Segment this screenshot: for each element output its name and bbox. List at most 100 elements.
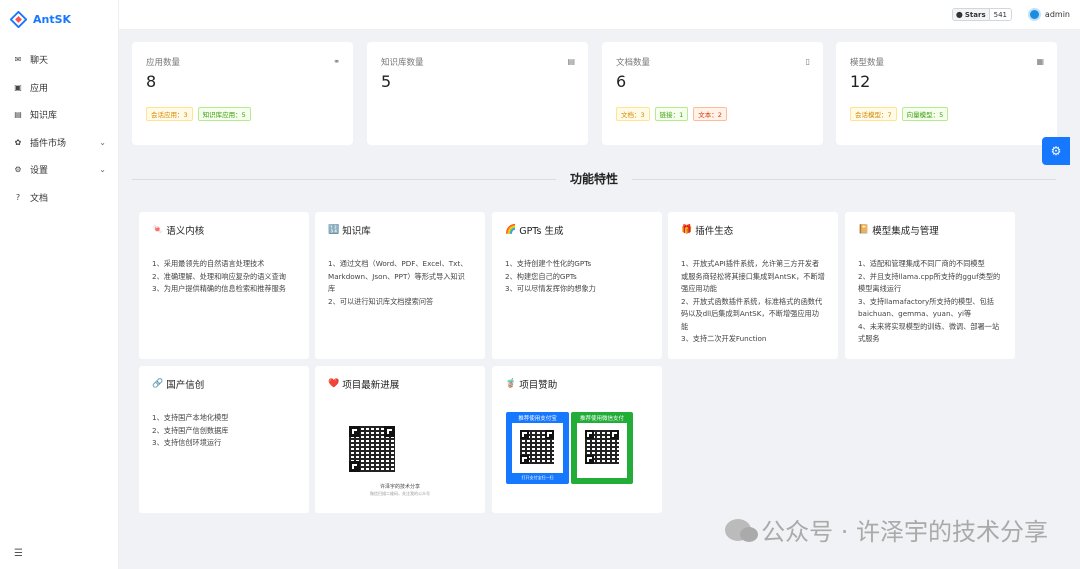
- notebook-icon: 📔: [858, 225, 870, 235]
- sidebar-item-label: 应用: [30, 83, 49, 94]
- avatar: [1027, 8, 1041, 21]
- feature-card-gpts: 🌈 GPTs 生成 1、支持创建个性化的GPTs 2、构建您自己的GPTs 3、可…: [492, 212, 662, 359]
- qr-subcaption: 微信扫描二维码，关注我的公众号: [370, 491, 430, 496]
- numbers-icon: 🔢: [328, 225, 340, 235]
- sidebar: AntSK ✉ 聊天 ▣ 应用 ▤ 知识库 ✿ 插件市场 ⌄ ⚙ 设置 ⌄ ? …: [0, 0, 119, 569]
- stat-value: 8: [146, 72, 157, 91]
- stat-card-models: 模型数量 ▦ 12 会话模型：7 向量模型：5: [836, 42, 1057, 145]
- stat-tag: 链接：1: [654, 107, 689, 121]
- wechat-pay-title: 推荐使用微信支付: [579, 416, 624, 422]
- stat-tag: 会话应用：3: [146, 107, 193, 121]
- gear-icon: ⚙: [1050, 144, 1062, 158]
- sidebar-item-chat[interactable]: ✉ 聊天: [0, 46, 118, 74]
- sidebar-item-plugins[interactable]: ✿ 插件市场 ⌄: [0, 129, 118, 157]
- wechat-icon: [725, 518, 759, 542]
- feature-title: 插件生态: [695, 226, 734, 237]
- stat-title: 知识库数量: [381, 58, 424, 68]
- feature-description: 1、采用最领先的自然语言处理技术 2、准确理解、处理和响应复杂的语义查询 3、为…: [152, 259, 286, 293]
- feature-title: 国产信创: [166, 380, 205, 391]
- stat-card-knowledge: 知识库数量 ▤ 5: [367, 42, 588, 145]
- sidebar-item-settings[interactable]: ⚙ 设置 ⌄: [0, 156, 118, 184]
- feature-title: 项目赞助: [519, 380, 558, 391]
- bubble-tea-icon: 🧋: [505, 379, 517, 389]
- stat-tag: 会话模型：7: [850, 107, 897, 121]
- book-icon: ▤: [14, 110, 22, 120]
- sidebar-item-label: 文档: [30, 193, 49, 204]
- feature-card-knowledge-base: 🔢 知识库 1、通过文档（Word、PDF、Excel、Txt、Markdown、…: [315, 212, 485, 359]
- model-icon: ▦: [1036, 57, 1044, 66]
- book-icon: ▤: [567, 57, 575, 66]
- sidebar-item-label: 设置: [30, 166, 49, 177]
- feature-title: 知识库: [342, 226, 371, 237]
- feature-card-models: 📔 模型集成与管理 1、适配和管理集成不同厂商的不同模型 2、并且支持llama.…: [845, 212, 1015, 359]
- antsk-logo-icon: [10, 10, 27, 28]
- file-icon: ▯: [805, 57, 810, 66]
- stat-tag: 向量模型：5: [901, 107, 949, 121]
- heart-icon: ❤️: [328, 379, 340, 389]
- sidebar-item-label: 聊天: [30, 56, 49, 67]
- stat-title: 文档数量: [616, 58, 651, 68]
- link-icon: 🔗: [152, 379, 164, 389]
- alipay-bottom-text: 打开支付宝扫一扫: [521, 475, 554, 480]
- github-stars-label: Stars: [964, 10, 986, 19]
- feature-title: GPTs 生成: [519, 226, 564, 237]
- stat-card-apps: 应用数量 ⚭ 8 会话应用：3 知识库应用：5: [132, 42, 353, 145]
- feature-description: 1、适配和管理集成不同厂商的不同模型 2、并且支持llama.cpp所支持的gg…: [858, 259, 1001, 343]
- user-menu[interactable]: admin: [1027, 8, 1070, 21]
- github-stars-count: 541: [989, 9, 1011, 20]
- chat-icon: ✉: [14, 55, 22, 65]
- alipay-qr-code: [518, 428, 556, 466]
- stat-tag: 文本：2: [693, 107, 727, 121]
- github-stars-badge[interactable]: ● Stars 541: [951, 8, 1012, 21]
- feature-card-progress: ❤️ 项目最新进展 许泽宇的技术分享 微信扫描二维码，关注我的公众号: [315, 366, 485, 513]
- watermark-text: 公众号 · 许泽宇的技术分享: [761, 518, 1048, 546]
- watermark: 公众号 · 许泽宇的技术分享: [725, 512, 1048, 547]
- feature-title: 项目最新进展: [342, 380, 400, 391]
- gift-icon: 🎁: [681, 225, 693, 235]
- top-bar: ● Stars 541 admin: [119, 0, 1080, 30]
- github-icon: ●: [955, 10, 963, 19]
- candy-icon: 🍬: [152, 225, 164, 235]
- stat-value: 12: [850, 72, 871, 91]
- alipay-qr-card: 推荐使用支付宝 打开支付宝扫一扫: [506, 412, 569, 484]
- username: admin: [1044, 10, 1070, 19]
- feature-description: 1、支持国产本地化模型 2、支持国产信创数据库 3、支持信创环境运行: [152, 413, 229, 447]
- menu-collapse-icon[interactable]: ☰: [14, 548, 23, 559]
- feature-title: 模型集成与管理: [872, 226, 939, 237]
- alipay-title: 推荐使用支付宝: [518, 416, 557, 422]
- feature-description: 1、开放式API插件系统，允许第三方开发者或服务商轻松将其接口集成到AntSK，…: [681, 259, 825, 343]
- wechat-pay-qr-card: 推荐使用微信支付: [571, 412, 633, 484]
- app-icon: ▣: [14, 82, 22, 92]
- stat-tag: 知识库应用：5: [197, 107, 251, 121]
- wechat-official-account-qr-code: [347, 424, 397, 474]
- sidebar-item-label: 插件市场: [30, 138, 67, 149]
- plugin-icon: ✿: [14, 137, 22, 147]
- rainbow-icon: 🌈: [505, 225, 517, 235]
- stat-card-docs: 文档数量 ▯ 6 文档：3 链接：1 文本：2: [602, 42, 823, 145]
- feature-description: 1、支持创建个性化的GPTs 2、构建您自己的GPTs 3、可以尽情发挥你的想象…: [505, 259, 596, 293]
- feature-card-semantic-kernel: 🍬 语义内核 1、采用最领先的自然语言处理技术 2、准确理解、处理和响应复杂的语义…: [139, 212, 309, 359]
- settings-drawer-button[interactable]: ⚙: [1042, 137, 1070, 165]
- chevron-down-icon: ⌄: [99, 137, 106, 147]
- gear-icon: ⚙: [14, 165, 22, 175]
- chevron-down-icon: ⌄: [99, 165, 106, 175]
- feature-card-xinchuang: 🔗 国产信创 1、支持国产本地化模型 2、支持国产信创数据库 3、支持信创环境运行: [139, 366, 309, 513]
- feature-card-plugins: 🎁 插件生态 1、开放式API插件系统，允许第三方开发者或服务商轻松将其接口集成到…: [668, 212, 838, 359]
- help-icon: ?: [15, 192, 21, 202]
- app-name: AntSK: [33, 12, 72, 26]
- link-icon: ⚭: [333, 57, 340, 66]
- qr-caption: 许泽宇的技术分享: [379, 484, 420, 490]
- stat-value: 5: [381, 72, 392, 91]
- features-divider: 功能特性: [132, 166, 1056, 192]
- section-title: 功能特性: [555, 170, 633, 187]
- sidebar-item-label: 知识库: [30, 111, 58, 122]
- sidebar-item-docs[interactable]: ? 文档: [0, 184, 118, 212]
- feature-title: 语义内核: [166, 226, 205, 237]
- feature-description: 1、通过文档（Word、PDF、Excel、Txt、Markdown、Json、…: [328, 259, 468, 306]
- sidebar-item-knowledge[interactable]: ▤ 知识库: [0, 101, 118, 129]
- wechat-pay-qr-code: [583, 428, 621, 466]
- stat-tag: 文档：3: [616, 107, 650, 121]
- logo[interactable]: AntSK: [0, 0, 118, 38]
- sidebar-item-apps[interactable]: ▣ 应用: [0, 74, 118, 102]
- stat-title: 模型数量: [850, 58, 885, 68]
